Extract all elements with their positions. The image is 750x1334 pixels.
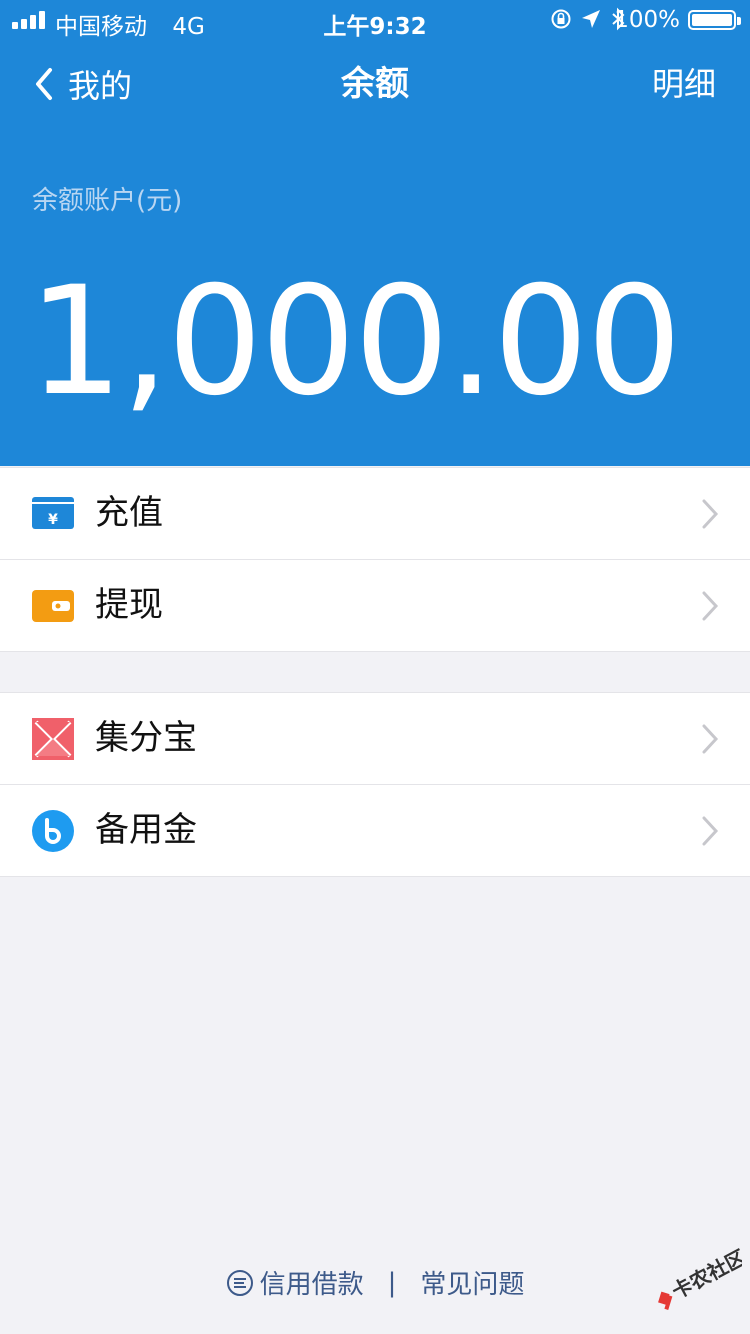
footer-links: 信用借款 | 常见问题 — [0, 1264, 750, 1301]
chevron-right-icon — [702, 816, 719, 846]
withdraw-row[interactable]: 提现 — [0, 560, 750, 651]
wallet-withdraw-icon — [32, 590, 74, 622]
faq-link[interactable]: 常见问题 — [420, 1264, 524, 1301]
jifenbao-label: 集分宝 — [95, 718, 197, 758]
watermark-logo: 卡农社区 — [658, 1246, 742, 1310]
recharge-card-icon: ¥ — [32, 497, 74, 529]
orientation-lock-icon — [551, 9, 571, 29]
chevron-right-icon — [702, 499, 719, 529]
credit-loan-label: 信用借款 — [259, 1270, 364, 1300]
recharge-row[interactable]: ¥ 充值 — [0, 468, 750, 560]
reserve-fund-label: 备用金 — [95, 810, 197, 850]
balance-amount: 1,000.00 — [28, 255, 682, 429]
jifenbao-row[interactable]: 集分宝 — [0, 693, 750, 785]
location-arrow-icon — [582, 10, 600, 28]
footer-separator: | — [387, 1267, 397, 1298]
watermark-text: 卡农社区 — [668, 1246, 742, 1304]
credit-loan-link[interactable]: 信用借款 — [226, 1264, 364, 1301]
funds-action-group: ¥ 充值 提现 — [0, 467, 750, 652]
status-bar: 中国移动 4G 上午9:32 100% — [0, 0, 750, 40]
recharge-label: 充值 — [95, 493, 163, 533]
chevron-right-icon — [702, 591, 719, 621]
chevron-right-icon — [702, 724, 719, 754]
reserve-fund-icon — [32, 810, 74, 852]
jifenbao-icon — [32, 718, 74, 760]
balance-label: 余额账户(元) — [32, 186, 183, 216]
svg-text:¥: ¥ — [48, 512, 58, 528]
credit-loan-icon — [226, 1269, 253, 1296]
battery-percent: 100% — [614, 7, 680, 33]
reserve-fund-row[interactable]: 备用金 — [0, 785, 750, 876]
battery-icon — [688, 10, 741, 30]
assets-group: 集分宝 备用金 — [0, 692, 750, 877]
page-title: 余额 — [341, 64, 409, 104]
withdraw-label: 提现 — [95, 585, 163, 625]
detail-button[interactable]: 明细 — [652, 64, 716, 104]
